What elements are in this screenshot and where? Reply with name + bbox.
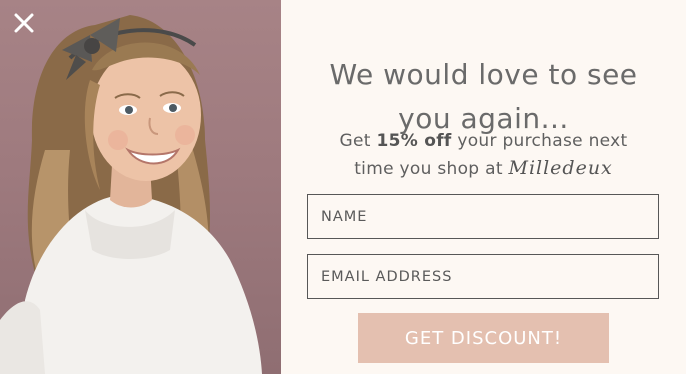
hero-photo — [0, 0, 281, 374]
discount-popup: We would love to see you again... Get 15… — [0, 0, 686, 374]
discount-amount: 15% off — [376, 131, 452, 151]
name-input[interactable] — [307, 194, 659, 239]
headline-line-1: We would love to see — [329, 58, 638, 92]
email-input[interactable] — [307, 254, 659, 299]
get-discount-button[interactable]: GET DISCOUNT! — [358, 313, 609, 363]
offer-line-2: time you shop at Milledeux — [281, 155, 686, 183]
offer-line-1: Get 15% off your purchase next — [281, 128, 686, 155]
offer-prefix: Get — [339, 131, 377, 151]
close-button[interactable] — [12, 11, 36, 35]
close-icon — [14, 13, 34, 33]
offer-middle: your purchase next — [451, 131, 628, 151]
offer-line-2-text: time you shop at — [354, 159, 509, 179]
offer-text: Get 15% off your purchase next time you … — [281, 128, 686, 183]
offer-panel: We would love to see you again... Get 15… — [281, 0, 686, 374]
girl-portrait-illustration — [0, 15, 262, 374]
brand-name: Milledeux — [508, 157, 613, 179]
